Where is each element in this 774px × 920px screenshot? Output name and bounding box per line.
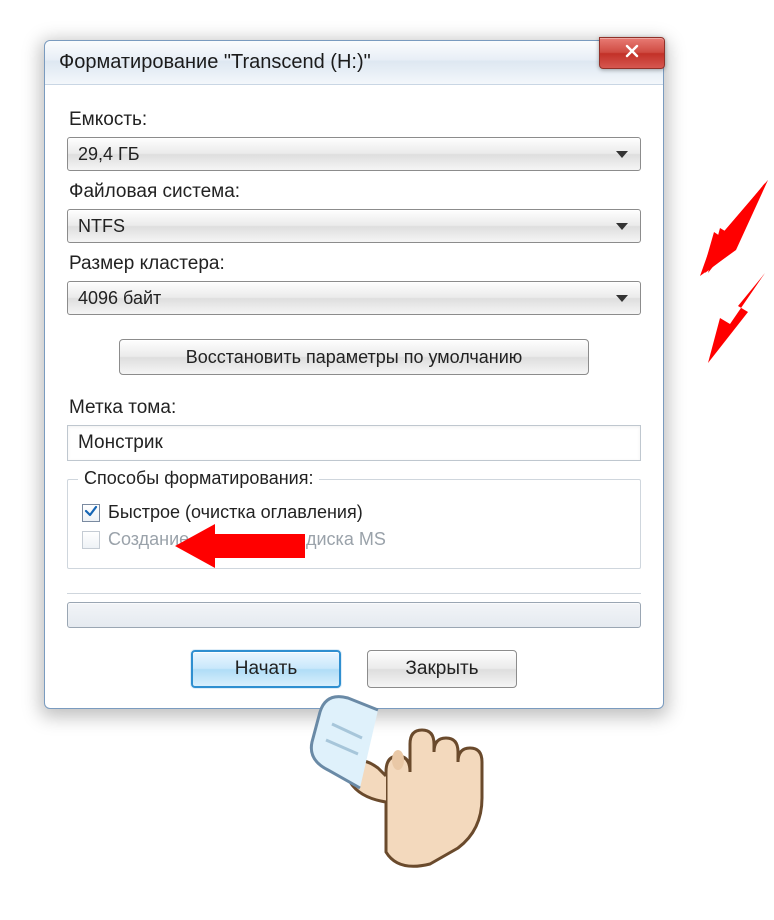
arrow-annotation-icon bbox=[660, 178, 770, 278]
restore-defaults-button[interactable]: Восстановить параметры по умолчанию bbox=[119, 339, 589, 375]
titlebar: Форматирование "Transcend (H:)" bbox=[45, 41, 663, 85]
chevron-down-icon bbox=[616, 295, 628, 302]
group-title: Способы форматирования: bbox=[78, 468, 319, 489]
close-button[interactable]: Закрыть bbox=[367, 650, 517, 688]
checkmark-icon bbox=[84, 502, 98, 523]
capacity-label: Емкость: bbox=[69, 109, 641, 131]
cluster-value: 4096 байт bbox=[78, 288, 616, 309]
dialog-window: Форматирование "Transcend (H:)" Емкость:… bbox=[44, 40, 664, 709]
chevron-down-icon bbox=[616, 223, 628, 230]
close-window-button[interactable] bbox=[599, 37, 665, 69]
capacity-value: 29,4 ГБ bbox=[78, 144, 616, 165]
bootable-checkbox bbox=[82, 531, 100, 549]
chevron-down-icon bbox=[616, 151, 628, 158]
start-button[interactable]: Начать bbox=[191, 650, 341, 688]
bootable-row: Создание загрузочного диска MS bbox=[82, 529, 626, 550]
bootable-label: Создание загрузочного диска MS bbox=[108, 529, 386, 550]
filesystem-label: Файловая система: bbox=[69, 181, 641, 203]
quick-format-checkbox[interactable] bbox=[82, 504, 100, 522]
volume-label: Метка тома: bbox=[69, 397, 641, 419]
cluster-label: Размер кластера: bbox=[69, 253, 641, 275]
dialog-content: Емкость: 29,4 ГБ Файловая система: NTFS … bbox=[45, 85, 663, 708]
quick-format-label: Быстрое (очистка оглавления) bbox=[108, 502, 363, 523]
format-options-group: Способы форматирования: Быстрое (очистка… bbox=[67, 479, 641, 569]
separator bbox=[67, 593, 641, 594]
button-row: Начать Закрыть bbox=[67, 650, 641, 688]
quick-format-row: Быстрое (очистка оглавления) bbox=[82, 502, 626, 523]
progress-bar bbox=[67, 602, 641, 628]
close-icon bbox=[624, 43, 640, 64]
capacity-select[interactable]: 29,4 ГБ bbox=[67, 137, 641, 171]
cluster-select[interactable]: 4096 байт bbox=[67, 281, 641, 315]
volume-label-input[interactable]: Монстрик bbox=[67, 425, 641, 461]
filesystem-value: NTFS bbox=[78, 216, 616, 237]
volume-value: Монстрик bbox=[78, 432, 163, 454]
window-title: Форматирование "Transcend (H:)" bbox=[59, 51, 371, 74]
arrow-annotation-icon bbox=[660, 268, 770, 368]
filesystem-select[interactable]: NTFS bbox=[67, 209, 641, 243]
